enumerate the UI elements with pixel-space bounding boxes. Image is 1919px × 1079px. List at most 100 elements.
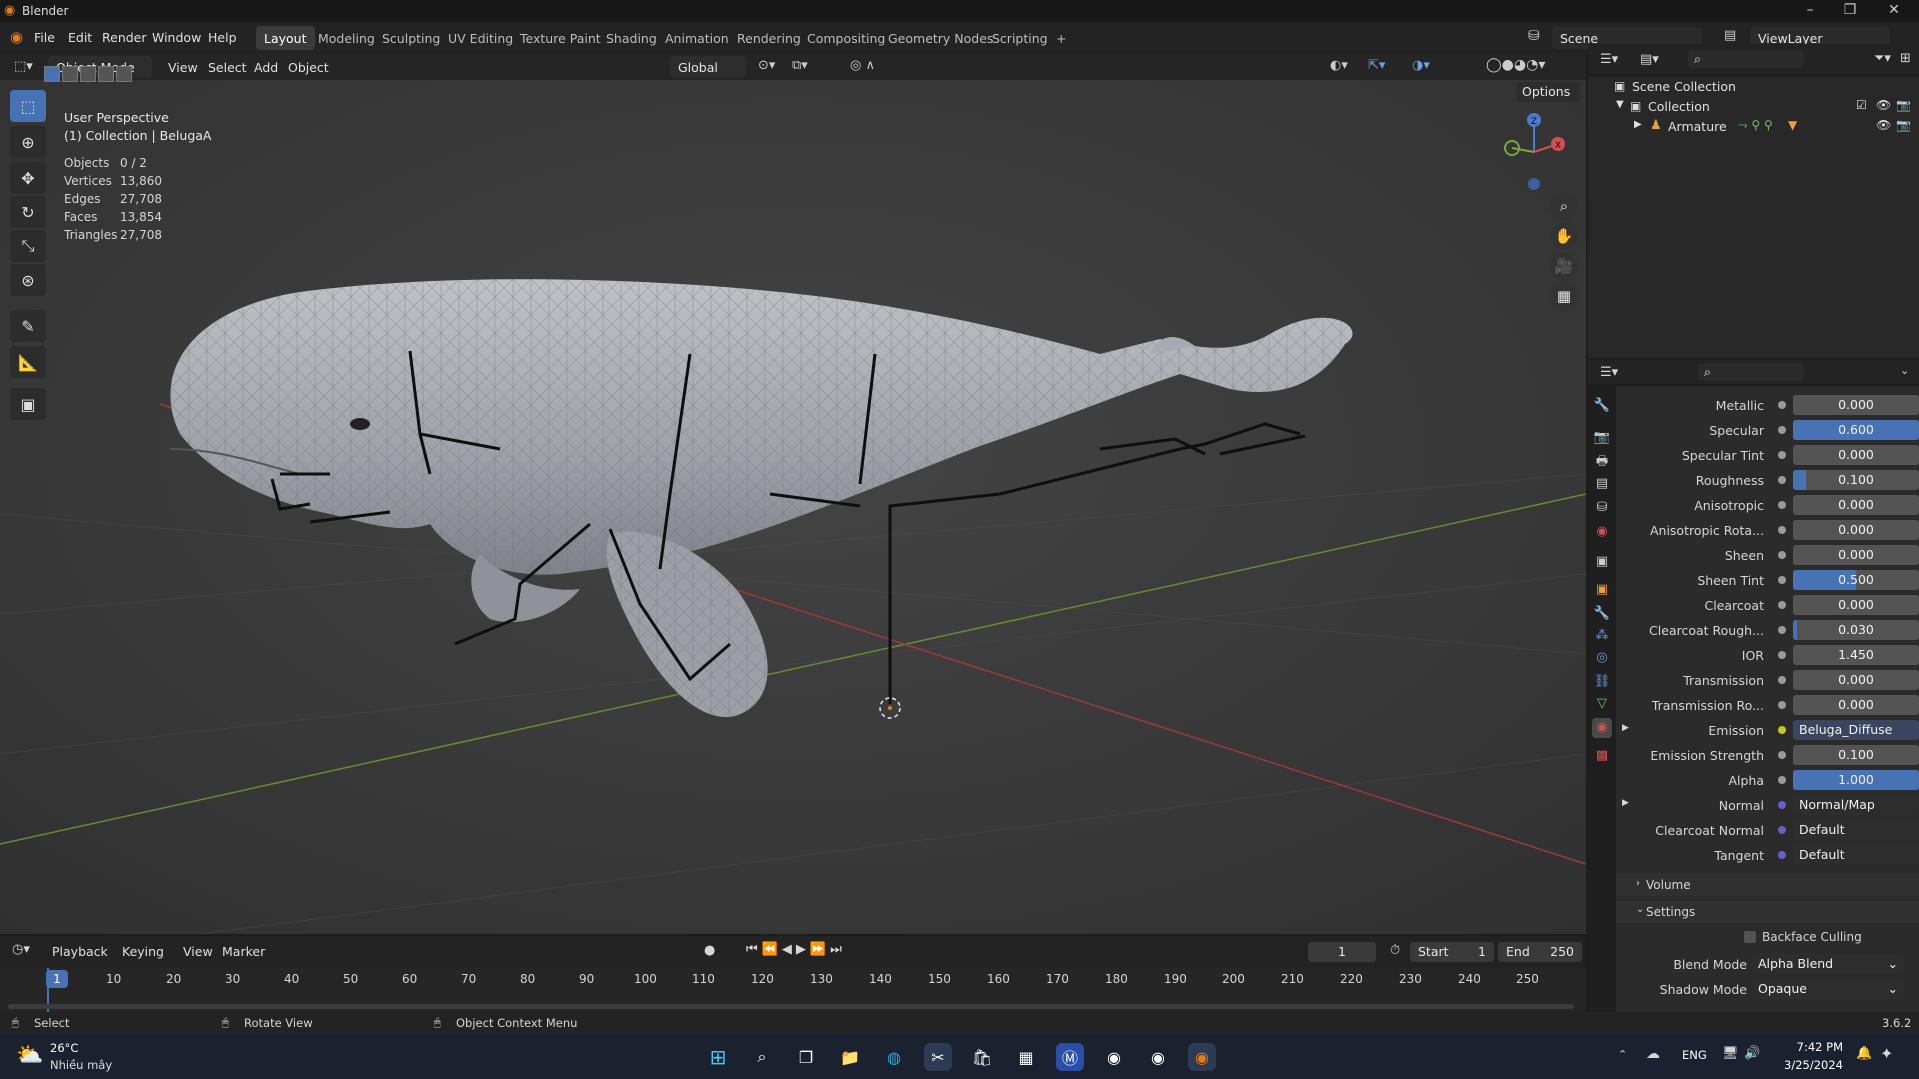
socket-dot-icon[interactable] — [1778, 826, 1786, 834]
timeline-menu-marker[interactable]: Marker — [222, 944, 265, 959]
tray-chevron-up-icon[interactable]: ⌃ — [1618, 1048, 1627, 1061]
playback-controls-icon[interactable]: ⏮⏪◀▶⏩⏭ — [746, 942, 846, 957]
task-view-icon[interactable]: ❐ — [792, 1043, 820, 1071]
navigation-gizmo[interactable]: Z X — [1490, 108, 1580, 198]
expand-arrow-icon[interactable]: ▶ — [1634, 119, 1642, 130]
viewport-menu-object[interactable]: Object — [288, 60, 329, 75]
prop-value-field[interactable]: 0.000 — [1793, 545, 1919, 565]
prop-link-field[interactable]: Normal/Map — [1793, 795, 1919, 815]
socket-dot-icon[interactable] — [1778, 451, 1786, 459]
add-workspace-icon[interactable]: + — [1048, 26, 1074, 50]
transform-orientation[interactable]: Global — [670, 56, 746, 78]
select-invert-icon[interactable] — [98, 66, 114, 82]
annotate-tool[interactable]: ✎ — [10, 310, 46, 342]
prop-row-sheen-tint[interactable]: Sheen Tint 0.500 — [1616, 570, 1919, 590]
editor-type-icon[interactable]: ⬚▾ — [14, 59, 33, 74]
blend-mode-dropdown[interactable]: Alpha Blend ⌄ — [1752, 954, 1904, 974]
socket-dot-icon[interactable] — [1778, 426, 1786, 434]
menu-edit[interactable]: Edit — [68, 30, 92, 45]
texture-tab-icon[interactable]: ▩ — [1592, 746, 1612, 766]
tab-texture-paint[interactable]: Texture Paint — [512, 26, 609, 50]
prop-row-anisotropic-rotation[interactable]: Anisotropic Rota... 0.000 — [1616, 520, 1919, 540]
socket-dot-icon[interactable] — [1778, 476, 1786, 484]
camera-view-icon[interactable]: 🎥 — [1550, 252, 1578, 280]
select-subtract-icon[interactable] — [80, 66, 96, 82]
prop-row-specular-tint[interactable]: Specular Tint 0.000 — [1616, 445, 1919, 465]
scale-tool[interactable]: ⤡ — [10, 230, 46, 262]
prop-value-field[interactable]: 0.000 — [1793, 495, 1919, 515]
modifier-tab-icon[interactable]: 🔧 — [1592, 604, 1612, 624]
zoom-icon[interactable]: ⌕ — [1550, 192, 1578, 220]
chevron-down-icon[interactable]: ⌄ — [1900, 364, 1909, 377]
volume-panel-header[interactable]: › Volume — [1616, 874, 1919, 896]
menu-help[interactable]: Help — [208, 30, 237, 45]
tab-uv-editing[interactable]: UV Editing — [440, 26, 521, 50]
material-tab-icon[interactable]: ◉ — [1592, 718, 1612, 738]
chrome-profile-icon[interactable]: ◉ — [1144, 1043, 1172, 1071]
pivot-icon[interactable]: ⊙▾ — [758, 58, 775, 73]
expand-arrow-icon[interactable]: ▼ — [1616, 99, 1624, 110]
expand-arrow-icon[interactable]: ▶ — [1622, 798, 1629, 808]
settings-panel-header[interactable]: ⌄ Settings — [1616, 901, 1919, 923]
add-cube-tool[interactable]: ▣ — [10, 388, 46, 420]
frame-ruler[interactable]: 1 10 20 30 40 50 60 70 80 90 100 110 120… — [0, 968, 1586, 1012]
prop-value-field[interactable]: 0.500 — [1793, 570, 1919, 590]
properties-search[interactable]: ⌕ — [1698, 363, 1804, 381]
input-language[interactable]: ENG — [1682, 1048, 1707, 1062]
weather-cloud-icon[interactable]: ⛅ — [16, 1043, 43, 1068]
menu-file[interactable]: File — [34, 30, 55, 45]
socket-dot-icon[interactable] — [1778, 551, 1786, 559]
viewport-menu-select[interactable]: Select — [208, 60, 247, 75]
prop-row-anisotropic[interactable]: Anisotropic 0.000 — [1616, 495, 1919, 515]
copilot-icon[interactable]: ✦ — [1880, 1044, 1893, 1063]
expand-arrow-icon[interactable]: ▶ — [1622, 723, 1629, 733]
prop-value-field[interactable]: 0.000 — [1793, 595, 1919, 615]
socket-dot-icon[interactable] — [1778, 851, 1786, 859]
eye-icon[interactable]: 👁 — [1876, 118, 1891, 132]
timeline-menu-keying[interactable]: Keying — [122, 944, 164, 959]
snipping-tool-icon[interactable]: ✂ — [924, 1043, 952, 1071]
search-icon[interactable]: ⌕ — [748, 1043, 776, 1071]
outliner-row-scene-collection[interactable]: ▣ Scene Collection — [1588, 76, 1919, 96]
tab-modeling[interactable]: Modeling — [310, 26, 383, 50]
world-tab-icon[interactable]: ◉ — [1592, 522, 1612, 542]
timeline-editor-icon[interactable]: ◷▾ — [12, 942, 30, 957]
prop-row-clearcoat[interactable]: Clearcoat 0.000 — [1616, 595, 1919, 615]
prop-row-emission-strength[interactable]: Emission Strength 0.100 — [1616, 745, 1919, 765]
socket-dot-icon[interactable] — [1778, 601, 1786, 609]
gizmo-toggle-icon[interactable]: ⇱▾ — [1368, 58, 1385, 73]
volume-icon[interactable]: 🔊 — [1744, 1046, 1760, 1061]
windows-start-icon[interactable]: ⊞ — [704, 1043, 732, 1071]
shadow-mode-dropdown[interactable]: Opaque ⌄ — [1752, 979, 1904, 999]
prop-value-field[interactable]: 0.030 — [1793, 620, 1919, 640]
prop-row-clearcoat-roughness[interactable]: Clearcoat Rough... 0.030 — [1616, 620, 1919, 640]
display-mode-icon[interactable]: ▤▾ — [1640, 52, 1659, 67]
prop-value-field[interactable]: 1.450 — [1793, 645, 1919, 665]
data-tab-icon[interactable]: ▽ — [1592, 694, 1612, 714]
prop-link-field[interactable]: Beluga_Diffuse — [1793, 720, 1919, 740]
blender-taskbar-icon[interactable]: ◉ — [1188, 1043, 1216, 1071]
prop-row-specular[interactable]: Specular 0.600 — [1616, 420, 1919, 440]
move-tool[interactable]: ✥ — [10, 162, 46, 194]
visibility-icon[interactable]: ◐▾ — [1330, 58, 1348, 73]
prop-value-field[interactable]: 0.000 — [1793, 445, 1919, 465]
tab-animation[interactable]: Animation — [657, 26, 737, 50]
record-icon[interactable]: ● — [704, 943, 715, 958]
outliner-row-armature[interactable]: ▶ ♟ Armature ⤳ ⚲ ⚲ ▼ 👁 📷 — [1588, 116, 1919, 136]
office-app-icon[interactable]: ▦ — [1012, 1043, 1040, 1071]
start-frame-field[interactable]: Start 1 — [1410, 942, 1494, 962]
pan-hand-icon[interactable]: ✋ — [1550, 222, 1578, 250]
socket-dot-icon[interactable] — [1778, 801, 1786, 809]
timeline-menu-playback[interactable]: Playback — [52, 944, 108, 959]
proportional-edit-icon[interactable]: ◎ ∧ — [850, 58, 875, 73]
new-collection-icon[interactable]: ⊞ — [1900, 51, 1911, 66]
prop-value-field[interactable]: 0.000 — [1793, 395, 1919, 415]
scene-tab-icon[interactable]: ⛁ — [1592, 498, 1612, 518]
properties-editor-icon[interactable]: ☰▾ — [1600, 365, 1618, 380]
minimize-button[interactable]: – — [1790, 2, 1830, 18]
select-new-icon[interactable] — [44, 66, 60, 82]
socket-dot-icon[interactable] — [1778, 651, 1786, 659]
weather-description[interactable]: Nhiều mây — [50, 1058, 112, 1072]
measure-tool[interactable]: 📐 — [10, 346, 46, 378]
tab-shading[interactable]: Shading — [598, 26, 665, 50]
